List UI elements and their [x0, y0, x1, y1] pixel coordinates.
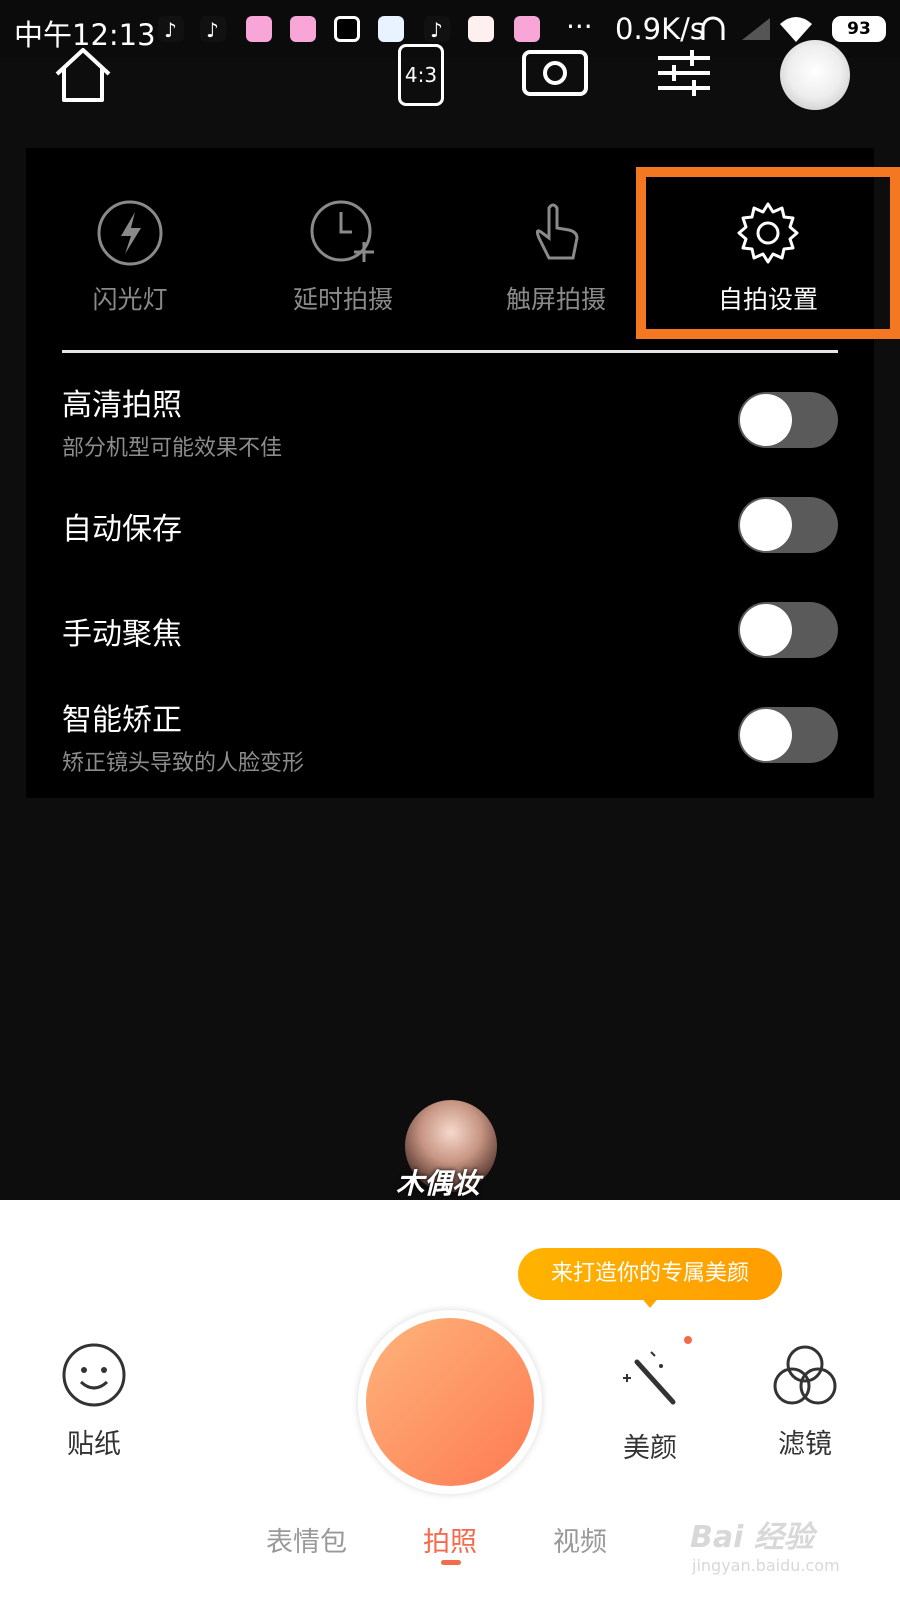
- timer-option[interactable]: 延时拍摄: [243, 198, 443, 316]
- aspect-ratio-button[interactable]: 4:3: [398, 44, 444, 106]
- wifi-icon: [780, 17, 812, 42]
- toggle-knob: [740, 709, 792, 761]
- watermark-url: jingyan.baidu.com: [692, 1556, 840, 1575]
- setting-title: 手动聚焦: [62, 617, 182, 652]
- makeup-style-label: 木偶妆: [396, 1167, 481, 1200]
- shutter-button[interactable]: [366, 1318, 534, 1486]
- touch-shoot-option[interactable]: 触屏拍摄: [456, 198, 656, 316]
- hd-photo-toggle[interactable]: [738, 392, 838, 448]
- smart-correction-toggle[interactable]: [738, 707, 838, 763]
- toggle-knob: [740, 499, 792, 551]
- active-mode-indicator: [441, 1560, 461, 1565]
- tiktok-notif-icon: ♪: [158, 16, 184, 42]
- setting-title: 智能矫正: [62, 703, 182, 738]
- sticker-label: 贴纸: [67, 1429, 121, 1460]
- headphones-icon: [701, 16, 725, 40]
- signal-icon: [742, 18, 770, 40]
- timer-icon: [310, 200, 374, 262]
- svg-text:♪: ♪: [206, 18, 219, 42]
- beauty-tooltip[interactable]: 来打造你的专属美颜: [518, 1248, 782, 1300]
- setting-title: 高清拍照: [62, 388, 182, 423]
- home-icon[interactable]: [52, 46, 114, 104]
- filter-icon: [773, 1345, 837, 1405]
- setting-title: 自动保存: [62, 512, 182, 547]
- flash-icon: [97, 200, 163, 266]
- more-notifs-icon: ···: [566, 10, 593, 43]
- magic-wand-icon: [623, 1351, 676, 1405]
- app-notif-icon: [468, 16, 494, 42]
- network-speed: 0.9K/s: [615, 12, 706, 46]
- gallery-thumbnail[interactable]: [780, 40, 850, 110]
- calendar-notif-icon: [334, 16, 360, 42]
- flash-option[interactable]: 闪光灯: [30, 198, 230, 316]
- switch-camera-icon[interactable]: [520, 46, 590, 100]
- manual-focus-toggle[interactable]: [738, 602, 838, 658]
- tiktok-notif-icon: ♪: [200, 16, 226, 42]
- watermark-logo: Bai 经验: [690, 1520, 814, 1555]
- toggle-knob: [740, 604, 792, 656]
- camera-app-notif-icon: [246, 16, 272, 42]
- beauty-label: 美颜: [623, 1433, 677, 1464]
- setting-row-manual-focus: 手动聚焦: [62, 609, 838, 653]
- touch-shoot-label: 触屏拍摄: [505, 285, 606, 314]
- setting-row-smart-correction: 智能矫正 矫正镜头导致的人脸变形: [62, 695, 838, 777]
- tiktok-notif-icon: ♪: [424, 16, 450, 42]
- settings-sliders-icon[interactable]: [656, 46, 712, 100]
- svg-text:♪: ♪: [164, 18, 177, 42]
- tooltip-tail: [640, 1296, 660, 1308]
- svg-text:♪: ♪: [430, 18, 443, 42]
- sticker-button[interactable]: 贴纸: [34, 1342, 154, 1461]
- camera-app-notif-icon: [290, 16, 316, 42]
- beauty-button[interactable]: 美颜: [590, 1348, 710, 1465]
- timer-label: 延时拍摄: [292, 285, 393, 314]
- battery-indicator: 93: [832, 16, 886, 42]
- filter-label: 滤镜: [778, 1429, 832, 1460]
- panel-divider: [62, 350, 838, 353]
- flash-label: 闪光灯: [92, 285, 168, 314]
- app-notif-icon: [378, 16, 404, 42]
- mode-tab-photo[interactable]: 拍照: [423, 1520, 477, 1559]
- touch-icon: [535, 203, 579, 260]
- notification-dot: [684, 1336, 692, 1344]
- camera-app-notif-icon: [514, 16, 540, 42]
- smiley-icon: [62, 1343, 126, 1407]
- toggle-knob: [740, 394, 792, 446]
- mode-tab-emoji[interactable]: 表情包: [266, 1520, 347, 1559]
- setting-subtitle: 部分机型可能效果不佳: [62, 436, 283, 461]
- highlight-annotation-box: [636, 167, 900, 339]
- mode-tab-video[interactable]: 视频: [553, 1520, 607, 1559]
- setting-row-auto-save: 自动保存: [62, 504, 838, 548]
- setting-subtitle: 矫正镜头导致的人脸变形: [62, 751, 305, 776]
- auto-save-toggle[interactable]: [738, 497, 838, 553]
- filter-button[interactable]: 滤镜: [745, 1342, 865, 1461]
- setting-row-hd-photo: 高清拍照 部分机型可能效果不佳: [62, 380, 838, 462]
